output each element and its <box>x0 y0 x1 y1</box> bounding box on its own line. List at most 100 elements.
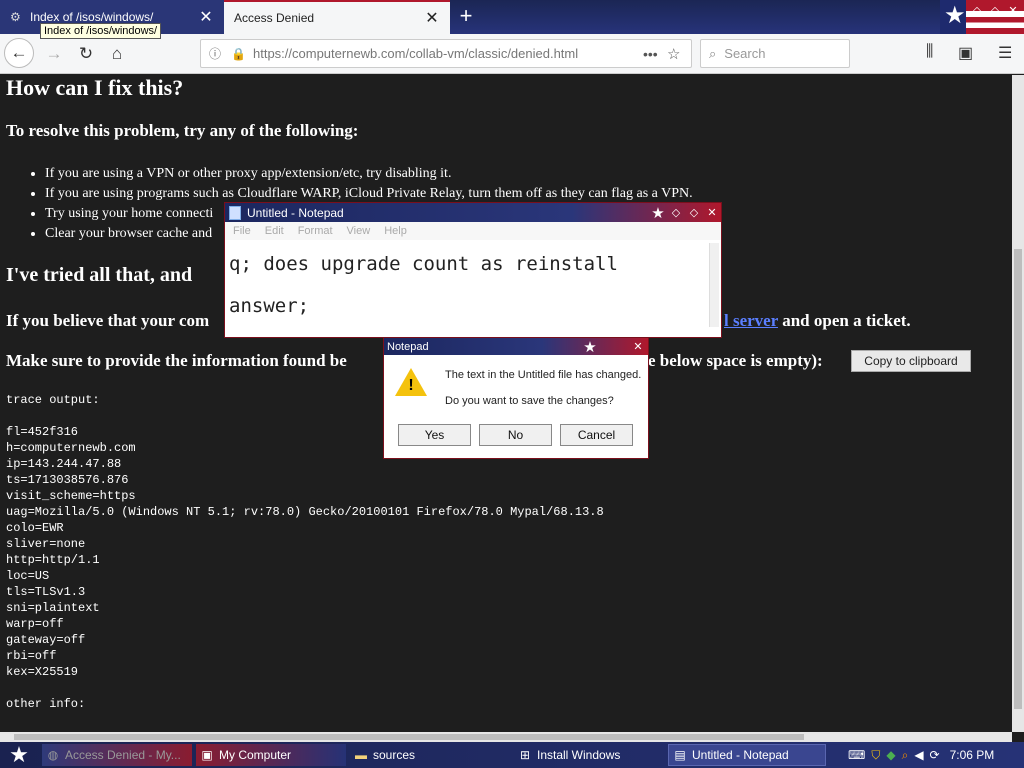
home-button[interactable]: ⌂ <box>103 40 131 68</box>
search-input[interactable]: ⌕ Search <box>700 39 850 68</box>
new-tab-button[interactable]: + <box>454 4 478 28</box>
save-changes-dialog[interactable]: Notepad ★ ✕ ! The text in the Untitled f… <box>383 337 649 459</box>
close-window-icon[interactable]: ✕ <box>1006 4 1020 18</box>
cancel-button[interactable]: Cancel <box>560 424 633 446</box>
heading-resolve: To resolve this problem, try any of the … <box>6 121 359 140</box>
dialog-message: The text in the Untitled file has change… <box>445 369 642 381</box>
believe-tail-text: and open a ticket. <box>782 311 911 330</box>
sync-icon[interactable]: ⟳ <box>930 748 940 762</box>
notepad-icon: ▤ <box>674 748 686 762</box>
list-item: If you are using programs such as Cloudf… <box>45 184 693 204</box>
support-link[interactable]: l server <box>724 311 778 330</box>
text-line: q; does upgrade count as reinstall <box>229 253 618 275</box>
forward-button[interactable]: → <box>40 40 68 68</box>
list-item: If you are using a VPN or other proxy ap… <box>45 164 693 184</box>
trace-line: loc=US <box>6 569 50 583</box>
search-icon: ⌕ <box>709 45 717 61</box>
vertical-scrollbar[interactable] <box>1012 75 1024 732</box>
reload-button[interactable]: ↻ <box>72 40 100 68</box>
network-icon[interactable]: ◆ <box>886 748 895 762</box>
trace-line: h=computernewb.com <box>6 441 136 455</box>
menu-file[interactable]: File <box>233 225 251 237</box>
shield-icon[interactable]: ⛉ <box>871 748 880 763</box>
system-tray: ⌨ ⛉ ◆ ⌕ ◀ ⟳ 7:06 PM <box>848 742 994 768</box>
no-button[interactable]: No <box>479 424 552 446</box>
info-icon[interactable]: ⓘ <box>209 45 225 62</box>
tab-title: Index of /isos/windows/ <box>30 10 154 24</box>
star-logo-icon: ★ <box>583 338 597 356</box>
scroll-thumb[interactable] <box>14 734 804 740</box>
taskbar-item-browser[interactable]: ◍ Access Denied - My... <box>42 744 192 766</box>
menu-edit[interactable]: Edit <box>265 225 284 237</box>
copy-to-clipboard-button[interactable]: Copy to clipboard <box>851 350 971 372</box>
scroll-thumb[interactable] <box>1014 249 1022 709</box>
url-text[interactable]: https://computernewb.com/collab-vm/class… <box>253 46 643 61</box>
volume-icon[interactable]: ◀ <box>914 748 923 762</box>
maximize-icon[interactable]: ◇ <box>988 4 1002 18</box>
other-info-label: other info: <box>6 697 86 711</box>
sidebar-icon[interactable]: ▣ <box>958 43 973 63</box>
notepad-title: Untitled - Notepad <box>247 205 344 220</box>
taskbar-item-notepad[interactable]: ▤ Untitled - Notepad <box>668 744 826 766</box>
menu-format[interactable]: Format <box>298 225 333 237</box>
close-icon[interactable]: ✕ <box>703 206 721 219</box>
search-placeholder: Search <box>724 46 766 61</box>
trace-line: rbi=off <box>6 649 57 663</box>
nav-bar: ← → ↻ ⌂ ⓘ 🔒 https://computernewb.com/col… <box>0 34 1024 74</box>
close-tab-icon[interactable]: ✕ <box>196 7 216 27</box>
notepad-scrollbar[interactable] <box>709 243 719 327</box>
trace-line: ip=143.244.47.88 <box>6 457 122 471</box>
notepad-text-area[interactable]: q; does upgrade count as reinstall answe… <box>227 243 711 333</box>
taskbar-label: Untitled - Notepad <box>692 748 789 762</box>
warning-exclamation: ! <box>408 377 414 394</box>
notepad-window[interactable]: Untitled - Notepad ★ ◇ ◇ ✕ File Edit For… <box>224 202 722 338</box>
clock[interactable]: 7:06 PM <box>950 748 995 762</box>
trace-line: http=http/1.1 <box>6 553 100 567</box>
bookmark-star-icon[interactable]: ☆ <box>667 45 691 63</box>
taskbar-label: sources <box>373 748 416 762</box>
url-bar[interactable]: ⓘ 🔒 https://computernewb.com/collab-vm/c… <box>200 39 692 68</box>
star-logo-icon: ★ <box>944 2 966 29</box>
horizontal-scrollbar[interactable] <box>0 732 1012 742</box>
dialog-title: Notepad <box>387 340 429 353</box>
close-tab-icon[interactable]: ✕ <box>422 8 442 28</box>
dialog-titlebar[interactable]: Notepad ★ ✕ <box>384 338 648 356</box>
minimize-icon[interactable]: ◇ <box>970 4 984 18</box>
taskbar-item-sources[interactable]: ▬ sources <box>350 744 510 766</box>
heading-tried: I've tried all that, and <box>6 264 193 286</box>
search-icon[interactable]: ⌕ <box>902 748 909 763</box>
taskbar-item-install-windows[interactable]: ⊞ Install Windows <box>514 744 664 766</box>
trace-line: kex=X25519 <box>6 665 79 679</box>
library-icon[interactable]: ⫼ <box>926 43 933 61</box>
trace-line: tls=TLSv1.3 <box>6 585 86 599</box>
tab-favicon-icon: ⚙ <box>10 10 21 24</box>
menu-icon[interactable]: ☰ <box>998 43 1012 63</box>
folder-icon: ▬ <box>355 748 367 762</box>
provide-tail: e below space is empty): <box>648 351 823 370</box>
minimize-icon[interactable]: ◇ <box>667 206 685 219</box>
keyboard-icon[interactable]: ⌨ <box>848 748 865 762</box>
dialog-question: Do you want to save the changes? <box>445 395 614 407</box>
taskbar-label: Access Denied - My... <box>65 748 181 762</box>
trace-line: warp=off <box>6 617 64 631</box>
trace-line: visit_scheme=https <box>6 489 136 503</box>
back-button[interactable]: ← <box>4 38 34 68</box>
notepad-titlebar[interactable]: Untitled - Notepad ★ ◇ ◇ ✕ <box>225 203 721 222</box>
start-button[interactable]: ★ <box>0 742 38 768</box>
believe-tail: l server and open a ticket. <box>724 311 911 331</box>
tab-access-denied[interactable]: Access Denied ✕ <box>224 0 450 34</box>
tab-title: Access Denied <box>234 11 315 25</box>
close-icon[interactable]: ✕ <box>628 340 648 353</box>
windows-icon: ⊞ <box>519 748 531 762</box>
taskbar-item-my-computer[interactable]: ▣ My Computer <box>196 744 346 766</box>
menu-view[interactable]: View <box>347 225 371 237</box>
lock-icon: 🔒 <box>231 46 246 61</box>
believe-text: If you believe that your com <box>6 311 210 330</box>
window-controls: ◇ ◇ ✕ <box>970 4 1020 18</box>
notepad-icon <box>229 205 241 220</box>
page-actions-icon[interactable]: ••• <box>643 46 667 62</box>
provide-text: Make sure to provide the information fou… <box>6 351 347 370</box>
menu-help[interactable]: Help <box>384 225 407 237</box>
maximize-icon[interactable]: ◇ <box>685 206 703 219</box>
yes-button[interactable]: Yes <box>398 424 471 446</box>
